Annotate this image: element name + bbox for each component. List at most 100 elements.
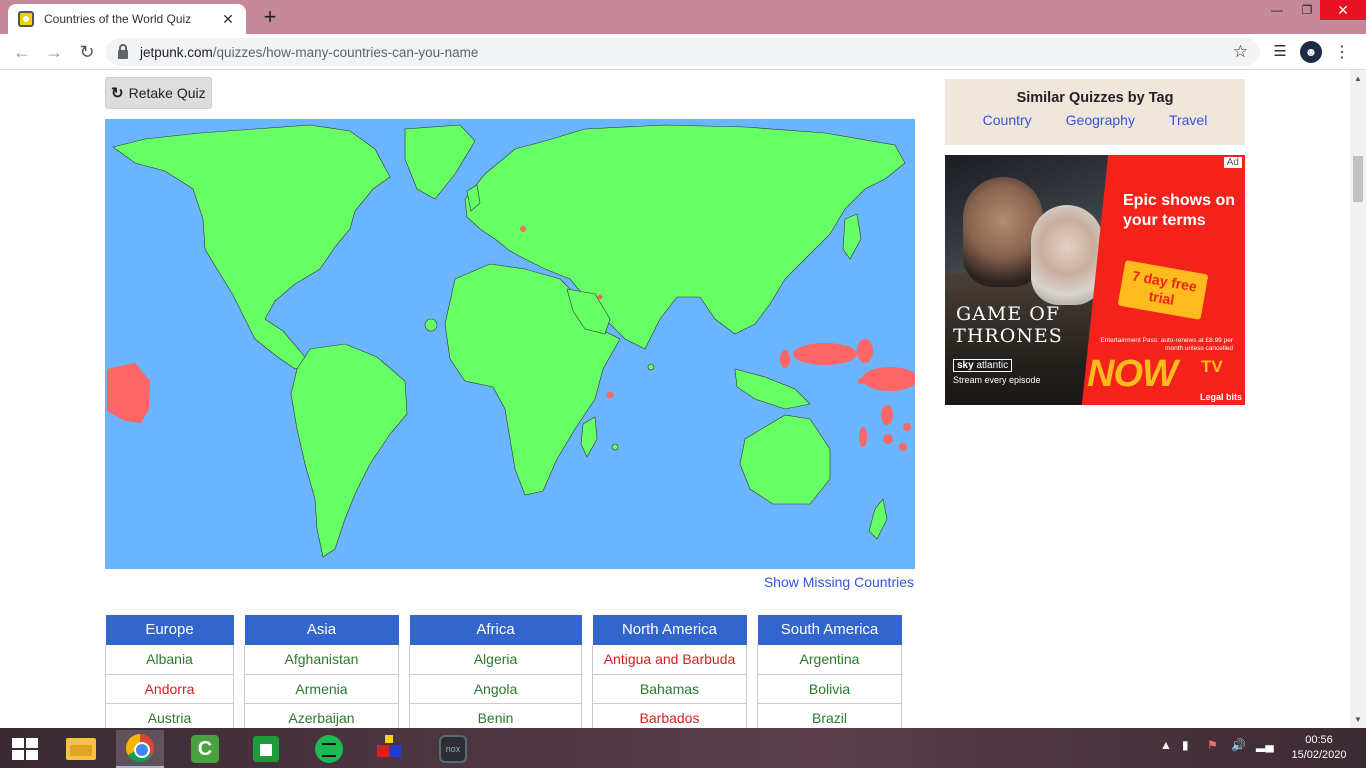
taskbar-clock[interactable]: 00:56 15/02/2020 — [1284, 733, 1354, 763]
chrome-taskbar-icon[interactable] — [116, 730, 164, 768]
scroll-down-arrow-icon[interactable]: ▼ — [1354, 715, 1362, 724]
window-restore-button[interactable]: ❐ — [1292, 0, 1322, 20]
lock-icon[interactable] — [118, 43, 128, 59]
ad-brand-logo: NOW — [1087, 353, 1178, 395]
tray-overflow-chevron-icon[interactable]: ▲ — [1160, 738, 1172, 752]
world-map-svg — [105, 119, 915, 569]
camtasia-icon: C — [191, 735, 219, 763]
map-missing-andorra — [520, 226, 526, 232]
window-minimize-button[interactable]: — — [1262, 0, 1292, 20]
tab-title: Countries of the World Quiz — [44, 12, 192, 26]
world-map[interactable] — [105, 119, 915, 569]
map-missing-marshall — [857, 339, 873, 363]
ad-channel-logo: sky atlantic — [953, 359, 1013, 372]
map-missing-tonga — [899, 443, 907, 451]
page-content: ↻ Retake Quiz Show Missing Countries Sim… — [0, 70, 1350, 728]
tray-volume-icon[interactable]: 🔊 — [1231, 738, 1246, 752]
country-cell: Brazil — [757, 703, 902, 728]
blocks-icon — [377, 735, 405, 763]
continent-header: Europe — [105, 615, 234, 645]
continent-table-north-america: North America Antigua and Barbuda Bahama… — [592, 615, 747, 728]
map-missing-palau — [780, 350, 790, 368]
url-path: /quizzes/how-many-countries-can-you-name — [212, 44, 479, 60]
country-cell: Barbados — [592, 703, 747, 728]
country-cell: Andorra — [105, 674, 234, 704]
country-cell: Bolivia — [757, 674, 902, 704]
tag-link-country[interactable]: Country — [983, 112, 1032, 128]
ad-stream-text: Stream every episode — [953, 375, 1041, 385]
map-missing-micronesia — [793, 343, 857, 365]
tray-signal-icon[interactable]: ▂▄ — [1256, 738, 1274, 752]
map-missing-solomon — [859, 427, 867, 447]
more-menu-icon[interactable]: ⋮ — [1334, 42, 1350, 62]
country-cell: Angola — [409, 674, 582, 704]
browser-tab[interactable]: Countries of the World Quiz ✕ — [8, 4, 246, 34]
media-controls-icon[interactable]: ☰ — [1270, 42, 1290, 62]
continent-header: Asia — [244, 615, 399, 645]
camtasia-taskbar-icon[interactable]: C — [181, 730, 229, 768]
retake-quiz-button[interactable]: ↻ Retake Quiz — [105, 77, 212, 109]
continent-table-asia: Asia Afghanistan Armenia Azerbaijan — [244, 615, 399, 728]
map-missing-seychelles — [606, 391, 614, 399]
country-cell: Austria — [105, 703, 234, 728]
country-cell: Afghanistan — [244, 645, 399, 675]
window-close-button[interactable]: ✕ — [1320, 0, 1366, 20]
scrollbar-thumb[interactable] — [1353, 156, 1363, 202]
url-text[interactable]: jetpunk.com/quizzes/how-many-countries-c… — [140, 45, 1233, 60]
new-tab-button[interactable]: + — [258, 5, 282, 29]
spotify-taskbar-icon[interactable] — [305, 730, 353, 768]
tag-link-geography[interactable]: Geography — [1066, 112, 1135, 128]
ad-legal-link[interactable]: Legal bits — [1200, 392, 1242, 402]
scroll-up-arrow-icon[interactable]: ▲ — [1354, 74, 1362, 83]
clock-time: 00:56 — [1305, 734, 1333, 746]
tray-network-warning-icon[interactable]: ⚑ — [1207, 738, 1218, 752]
tray-device-icon[interactable]: ▮ — [1182, 738, 1189, 752]
map-cape-verde — [424, 318, 438, 332]
map-missing-fiji — [883, 434, 893, 444]
windows-taskbar: C nox ▲ ▮ ⚑ 🔊 ▂▄ 00:56 15/02/2020 — [0, 728, 1366, 768]
chrome-icon — [126, 734, 154, 762]
back-arrow-icon[interactable]: ← — [10, 40, 34, 64]
continent-header: Africa — [409, 615, 582, 645]
country-cell: Bahamas — [592, 674, 747, 704]
nox-icon: nox — [439, 735, 467, 763]
nox-taskbar-icon[interactable]: nox — [429, 730, 477, 768]
country-cell: Albania — [105, 645, 234, 675]
spotify-icon — [315, 735, 343, 763]
refresh-icon: ↻ — [111, 85, 124, 102]
retake-quiz-label: Retake Quiz — [128, 85, 206, 101]
tag-link-travel[interactable]: Travel — [1169, 112, 1207, 128]
forward-arrow-icon[interactable]: → — [42, 40, 66, 64]
map-mauritius — [611, 443, 619, 451]
tab-close-icon[interactable]: ✕ — [220, 11, 236, 28]
page-scrollbar[interactable]: ▲ ▼ — [1350, 70, 1366, 728]
similar-quizzes-box: Similar Quizzes by Tag Country Geography… — [945, 79, 1245, 145]
advertisement-banner[interactable]: Ad Epic shows on your terms 7 day free t… — [945, 155, 1245, 405]
blocks-app-taskbar-icon[interactable] — [367, 730, 415, 768]
continent-table-africa: Africa Algeria Angola Benin — [409, 615, 582, 728]
address-bar[interactable]: jetpunk.com/quizzes/how-many-countries-c… — [106, 38, 1260, 66]
country-cell: Azerbaijan — [244, 703, 399, 728]
country-cell: Algeria — [409, 645, 582, 675]
store-taskbar-icon[interactable] — [242, 730, 290, 768]
windows-start-icon[interactable] — [12, 738, 38, 760]
country-cell: Benin — [409, 703, 582, 728]
reload-icon[interactable]: ↻ — [75, 40, 99, 64]
continent-table-south-america: South America Argentina Bolivia Brazil — [757, 615, 902, 728]
file-explorer-taskbar-icon[interactable] — [57, 730, 105, 768]
continent-table-europe: Europe Albania Andorra Austria — [105, 615, 234, 728]
ad-choices-label[interactable]: Ad — [1223, 157, 1242, 168]
map-missing-nauru — [858, 378, 864, 384]
map-missing-bahrain — [597, 294, 603, 300]
profile-avatar-icon[interactable]: ☻ — [1300, 41, 1322, 63]
map-missing-vanuatu — [881, 405, 893, 425]
tag-links: Country Geography Travel — [945, 112, 1245, 128]
url-domain: jetpunk.com — [140, 44, 213, 60]
ad-fine-print: Entertainment Pass: auto-renews at £8.99… — [1100, 337, 1233, 352]
continent-header: South America — [757, 615, 902, 645]
show-missing-countries-link[interactable]: Show Missing Countries — [700, 574, 914, 590]
clock-date: 15/02/2020 — [1291, 749, 1347, 761]
bookmark-star-icon[interactable]: ☆ — [1233, 42, 1248, 62]
ad-actress-image — [1031, 205, 1103, 305]
ad-channel-text: atlantic — [976, 360, 1009, 371]
